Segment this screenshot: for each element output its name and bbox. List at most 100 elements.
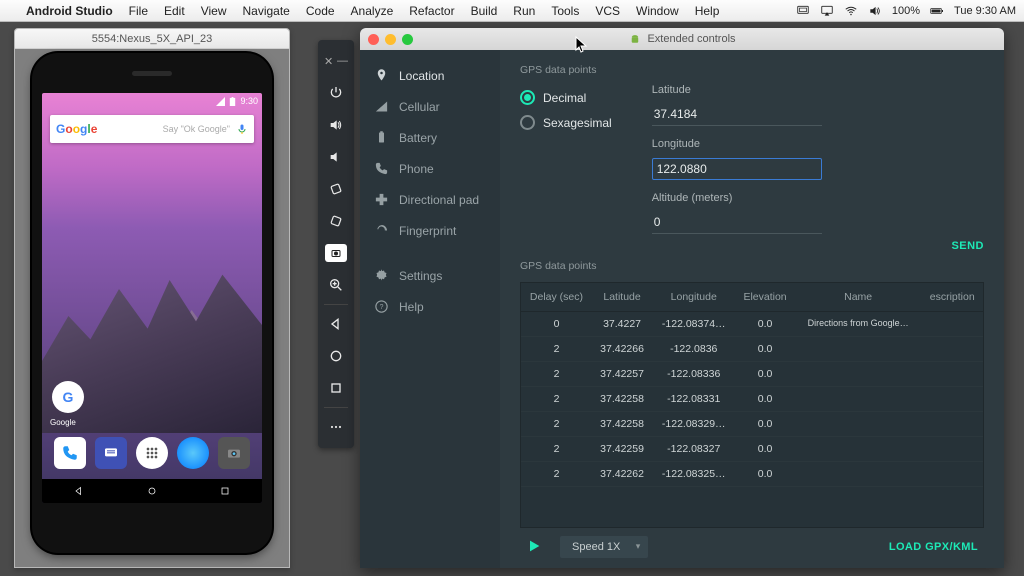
overview-button-icon[interactable] [320,373,352,403]
extended-main: GPS data points Decimal Sexagesimal Lati… [500,50,1004,568]
apps-drawer-icon[interactable] [136,437,168,469]
table-row[interactable]: 237.42257-122.083360.0 [521,362,983,387]
back-button-icon[interactable] [320,309,352,339]
messages-app-icon[interactable] [95,437,127,469]
menu-code[interactable]: Code [298,4,343,18]
screen-share-icon[interactable] [796,4,810,18]
mac-menubar: Android Studio File Edit View Navigate C… [0,0,1024,22]
wifi-icon[interactable] [844,4,858,18]
home-key-icon[interactable] [146,485,158,497]
radio-decimal[interactable]: Decimal [520,90,612,105]
table-row[interactable]: 237.42259-122.083270.0 [521,437,983,462]
home-button-icon[interactable] [320,341,352,371]
android-icon [628,33,641,46]
longitude-label: Longitude [652,138,984,150]
speed-select[interactable]: Speed 1X [560,536,648,558]
col-description[interactable]: escription [921,283,983,312]
power-icon[interactable] [320,78,352,108]
nav-settings[interactable]: Settings [360,260,500,291]
close-window-icon[interactable] [368,34,379,45]
mouse-cursor-icon [575,36,589,59]
menubar-clock: Tue 9:30 AM [954,5,1016,17]
altitude-label: Altitude (meters) [652,192,984,204]
android-dock [42,429,262,477]
col-elevation[interactable]: Elevation [735,283,794,312]
menu-file[interactable]: File [121,4,156,18]
screenshot-icon[interactable] [320,238,352,268]
latitude-label: Latitude [652,84,984,96]
radio-sexagesimal[interactable]: Sexagesimal [520,115,612,130]
rotate-left-icon[interactable] [320,174,352,204]
volume-icon[interactable] [868,4,882,18]
airplay-icon[interactable] [820,4,834,18]
extended-nav: Location Cellular Battery Phone Directio… [360,50,500,568]
gps-table-label: GPS data points [520,260,984,272]
emulator-title: 5554:Nexus_5X_API_23 [15,29,289,49]
table-row[interactable]: 037.4227-122.08374…0.0Directions from Go… [521,312,983,337]
menu-window[interactable]: Window [628,4,687,18]
send-button[interactable]: SEND [951,240,984,252]
gps-section-label: GPS data points [520,64,984,76]
emulator-window: 5554:Nexus_5X_API_23 9:30 Google Say "Ok… [14,28,290,568]
gps-table: Delay (sec) Latitude Longitude Elevation… [520,282,984,528]
menu-tools[interactable]: Tools [543,4,587,18]
extended-controls-window: Extended controls Location Cellular Batt… [360,28,1004,568]
menu-run[interactable]: Run [505,4,543,18]
chrome-app-icon[interactable] [177,437,209,469]
mic-icon[interactable] [236,123,248,135]
window-titlebar[interactable]: Extended controls [360,28,1004,50]
table-row[interactable]: 237.42266-122.08360.0 [521,337,983,362]
menu-refactor[interactable]: Refactor [401,4,462,18]
menu-vcs[interactable]: VCS [587,4,628,18]
table-row[interactable]: 237.42262-122.08325…0.0 [521,462,983,487]
nav-dpad[interactable]: Directional pad [360,184,500,215]
google-app-icon[interactable]: G [52,381,84,413]
nav-battery[interactable]: Battery [360,122,500,153]
phone-speaker [132,71,172,76]
camera-app-icon[interactable] [218,437,250,469]
menu-view[interactable]: View [193,4,235,18]
load-gpx-button[interactable]: LOAD GPX/KML [889,541,978,553]
menu-navigate[interactable]: Navigate [234,4,297,18]
rotate-right-icon[interactable] [320,206,352,236]
phone-app-icon[interactable] [54,437,86,469]
search-placeholder: Say "Ok Google" [97,124,236,134]
google-logo: Google [56,122,97,136]
menubar-app[interactable]: Android Studio [18,4,121,18]
play-button[interactable] [526,538,542,557]
col-longitude[interactable]: Longitude [652,283,735,312]
nav-cellular[interactable]: Cellular [360,91,500,122]
zoom-window-icon[interactable] [402,34,413,45]
zoom-icon[interactable] [320,270,352,300]
table-row[interactable]: 237.42258-122.08329…0.0 [521,412,983,437]
table-row[interactable]: 237.42258-122.083310.0 [521,387,983,412]
col-latitude[interactable]: Latitude [592,283,652,312]
battery-icon [930,4,944,18]
volume-down-icon[interactable] [320,142,352,172]
nav-phone[interactable]: Phone [360,153,500,184]
google-search-bar[interactable]: Google Say "Ok Google" [50,115,254,143]
battery-percent: 100% [892,5,920,17]
battery-icon [228,97,237,106]
more-icon[interactable] [320,412,352,442]
longitude-input[interactable] [652,158,822,180]
nav-fingerprint[interactable]: Fingerprint [360,215,500,246]
toolbar-close-icon[interactable]: ✕— [318,46,354,76]
altitude-input[interactable] [652,212,822,234]
col-name[interactable]: Name [795,283,922,312]
col-delay[interactable]: Delay (sec) [521,283,592,312]
latitude-input[interactable] [652,104,822,126]
minimize-window-icon[interactable] [385,34,396,45]
volume-up-icon[interactable] [320,110,352,140]
menu-build[interactable]: Build [463,4,506,18]
emulator-toolbar: ✕— [318,40,354,448]
menu-analyze[interactable]: Analyze [343,4,402,18]
menu-edit[interactable]: Edit [156,4,193,18]
nav-help[interactable]: ?Help [360,291,500,322]
phone-screen[interactable]: 9:30 Google Say "Ok Google" G Google [42,93,262,503]
menu-help[interactable]: Help [687,4,728,18]
nav-location[interactable]: Location [360,60,500,91]
status-time: 9:30 [240,96,258,106]
recent-key-icon[interactable] [219,485,231,497]
back-key-icon[interactable] [73,485,85,497]
